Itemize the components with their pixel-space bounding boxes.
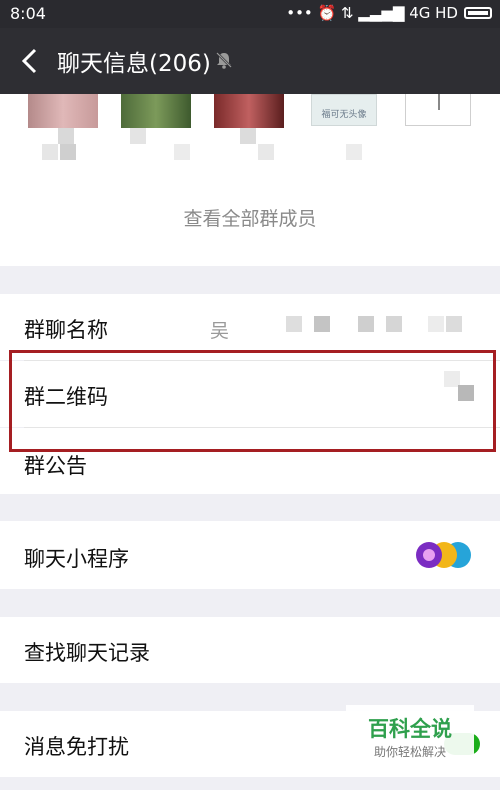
mosaic-block <box>42 144 58 160</box>
highlight-box <box>9 350 496 452</box>
bell-off-icon <box>216 52 232 69</box>
mosaic-block <box>428 316 444 332</box>
avatar-caption: 福可无头像 <box>321 110 367 120</box>
member-avatar[interactable] <box>214 94 284 128</box>
mosaic-block <box>314 316 330 332</box>
watermark-subtitle: 助你轻松解决 <box>373 745 446 759</box>
status-time: 8:04 <box>10 4 46 23</box>
mosaic-block <box>258 144 274 160</box>
mosaic-block <box>286 316 302 332</box>
member-avatar[interactable]: 福可无头像 <box>311 94 377 126</box>
watermark: 百科全说 助你轻松解决 <box>346 705 474 767</box>
member-avatar[interactable] <box>121 94 191 128</box>
mosaic-block <box>346 144 362 160</box>
bottom-divider <box>0 778 500 790</box>
status-indicators: ••• ⏰ ⇅ ▂▃▅▇ 4G HD <box>286 4 492 22</box>
page-title: 聊天信息(206) <box>57 51 211 77</box>
group-name-label: 群聊名称 <box>24 318 108 342</box>
mosaic-block <box>446 316 462 332</box>
member-avatar[interactable] <box>405 94 471 126</box>
see-all-members-link[interactable]: 查看全部群成员 <box>0 204 500 231</box>
mini-programs-row[interactable]: 聊天小程序 <box>0 521 500 589</box>
group-name-value: 吴 <box>210 320 230 342</box>
nav-bar: 聊天信息(206) <box>0 28 500 94</box>
watermark-title: 百科全说 <box>368 717 452 741</box>
status-indicators-text: ••• ⏰ ⇅ ▂▃▅▇ 4G HD <box>286 4 458 22</box>
status-bar: 8:04 ••• ⏰ ⇅ ▂▃▅▇ 4G HD <box>0 0 500 28</box>
mosaic-block <box>130 128 146 144</box>
mosaic-block <box>358 316 374 332</box>
members-section: 福可无头像 查看全部群成员 <box>0 94 500 266</box>
mini-programs-label: 聊天小程序 <box>24 547 129 571</box>
mosaic-block <box>58 128 74 144</box>
mosaic-block <box>386 316 402 332</box>
mosaic-block <box>240 128 256 144</box>
chevron-left-icon[interactable] <box>16 46 46 76</box>
do-not-disturb-label: 消息免打扰 <box>24 735 129 759</box>
group-notice-label: 群公告 <box>24 454 87 478</box>
search-chat-history-row[interactable]: 查找聊天记录 <box>0 617 500 683</box>
battery-icon <box>464 7 492 19</box>
member-avatar[interactable] <box>28 94 98 128</box>
mini-program-icons <box>416 542 471 568</box>
mosaic-block <box>60 144 76 160</box>
mosaic-block <box>174 144 190 160</box>
search-chat-history-label: 查找聊天记录 <box>24 641 150 665</box>
